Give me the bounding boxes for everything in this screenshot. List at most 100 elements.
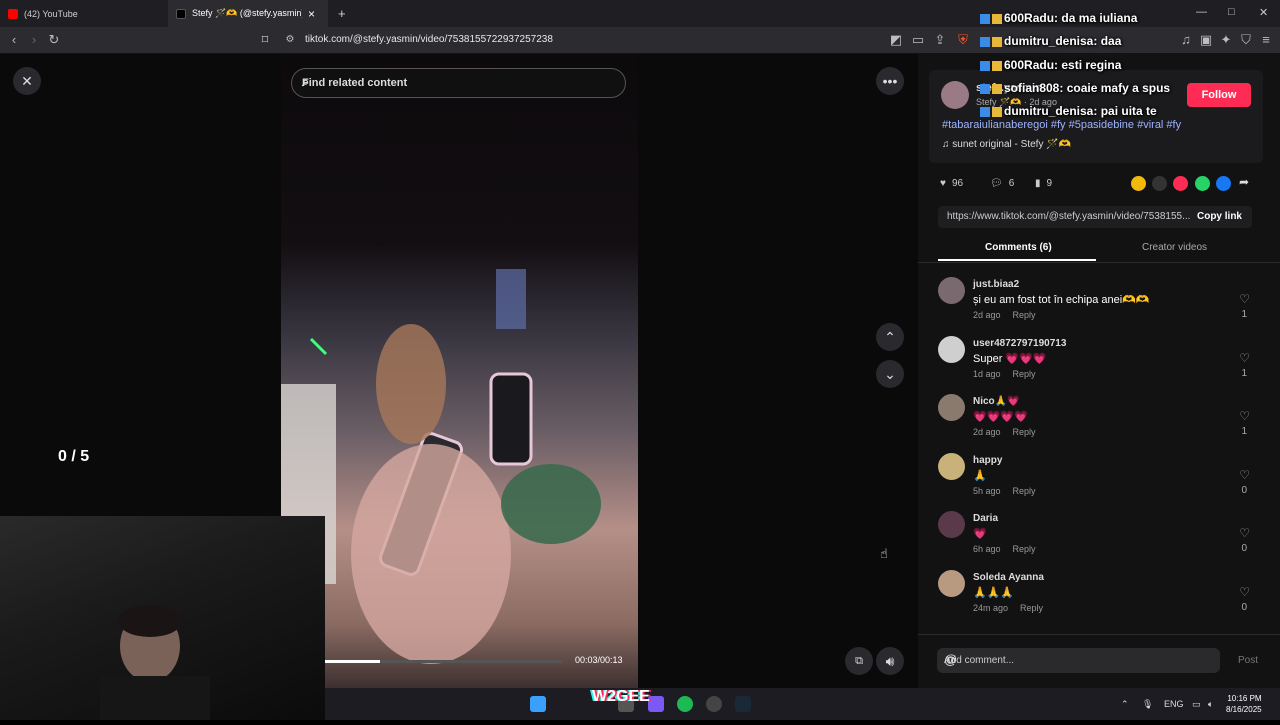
search-icon[interactable]: ⌕ (302, 74, 615, 90)
maximize-icon[interactable]: □ (1228, 6, 1235, 18)
music-icon[interactable]: ♫ (1178, 32, 1194, 48)
commenter-avatar[interactable] (938, 394, 965, 422)
system-clock[interactable]: 10:16 PM 8/16/2025 (1226, 693, 1262, 715)
reply-button[interactable]: Reply (1013, 427, 1036, 437)
bookmark-icon[interactable]: ⌑ (257, 32, 273, 48)
comment-time: 24m ago (973, 603, 1009, 613)
chat-user[interactable]: 600Radu (1004, 58, 1054, 72)
tab-creator-videos[interactable]: Creator videos (1142, 242, 1207, 253)
tab-tiktok[interactable]: Stefy 🪄🫶 (@stefy.yasmin) | × (168, 0, 328, 27)
url-field[interactable]: tiktok.com/@stefy.yasmin/video/753815572… (305, 34, 553, 45)
comment-like-icon[interactable]: ♡ (1239, 292, 1250, 306)
chat-text: esti regina (1061, 58, 1122, 72)
more-share-icon[interactable]: ➦ (1239, 175, 1249, 189)
tab-label: (42) YouTube (24, 8, 78, 19)
mic-icon[interactable]: 🎙︎ (1142, 699, 1153, 710)
reply-button[interactable]: Reply (1013, 486, 1036, 496)
commenter-name[interactable]: Daria (973, 513, 998, 524)
chat-user[interactable]: dumitru_denisa (1004, 34, 1093, 48)
video-link[interactable]: https://www.tiktok.com/@stefy.yasmin/vid… (947, 211, 1192, 222)
emoji-icon[interactable]: ☺ (944, 652, 1208, 667)
send-icon[interactable] (1173, 176, 1188, 191)
pip-icon[interactable]: ⧉ (845, 647, 873, 675)
back-icon[interactable]: ‹ (6, 32, 22, 48)
tab-youtube[interactable]: (42) YouTube (0, 0, 168, 27)
extension-icon[interactable]: ◩ (888, 32, 904, 48)
reply-button[interactable]: Reply (1013, 310, 1036, 320)
author-avatar[interactable] (941, 81, 969, 109)
windows-start-icon[interactable] (530, 696, 546, 712)
wallet-icon[interactable]: ▣ (1198, 32, 1214, 48)
app-icon[interactable] (648, 696, 664, 712)
volume-icon[interactable]: 🔊︎ (876, 647, 904, 675)
leo-icon[interactable]: ✦ (1218, 32, 1234, 48)
chat-text: da ma iuliana (1061, 11, 1138, 25)
comment-like-icon[interactable]: ♡ (1239, 585, 1250, 599)
save-button[interactable]: ▮ 9 (1035, 178, 1052, 189)
new-tab-button[interactable]: + (330, 0, 354, 27)
share-icon[interactable]: ⇪ (932, 32, 948, 48)
comment-button[interactable]: 💬︎ 6 (990, 178, 1014, 189)
comment-like-icon[interactable]: ♡ (1239, 409, 1250, 423)
close-tab-icon[interactable]: × (308, 7, 315, 21)
comment-like-count: 0 (1241, 484, 1247, 496)
repost-icon[interactable] (1131, 176, 1146, 191)
vpn-icon[interactable]: ⛉ (1238, 32, 1254, 48)
commenter-name[interactable]: happy (973, 455, 1002, 466)
sound-link[interactable]: ♫ sunet original - Stefy 🪄🫶 (942, 139, 1071, 150)
commenter-avatar[interactable] (938, 452, 965, 480)
commenter-avatar[interactable] (938, 335, 965, 363)
embed-icon[interactable] (1152, 176, 1167, 191)
steam-icon[interactable] (735, 696, 751, 712)
tray-chevron-icon[interactable]: ⌃ (1121, 699, 1129, 710)
forward-icon[interactable]: › (26, 32, 42, 48)
reload-icon[interactable]: ↻ (46, 32, 62, 48)
chat-user[interactable]: dumitru_denisa (1004, 104, 1093, 118)
commenter-avatar[interactable] (938, 570, 965, 597)
commenter-name[interactable]: just.biaa2 (973, 279, 1019, 290)
spotify-icon[interactable] (677, 696, 693, 712)
minimize-icon[interactable]: — (1196, 6, 1207, 18)
whatsapp-icon[interactable] (1195, 176, 1210, 191)
reply-button[interactable]: Reply (1013, 544, 1036, 554)
reply-button[interactable]: Reply (1013, 369, 1036, 379)
comment-like-icon[interactable]: ♡ (1239, 526, 1250, 540)
comment-input[interactable]: Add comment... @ ☺ (937, 648, 1220, 673)
search-input[interactable]: Find related content ⌕ (291, 68, 626, 98)
comment-like-icon[interactable]: ♡ (1239, 351, 1250, 365)
commenter-avatar[interactable] (938, 511, 965, 539)
language-indicator[interactable]: ENG (1164, 699, 1184, 709)
tab-comments[interactable]: Comments (6) (985, 242, 1052, 253)
more-options-icon[interactable]: ••• (876, 67, 904, 95)
heart-icon: ♥ (940, 178, 946, 189)
commenter-name[interactable]: user4872797190713 (973, 338, 1066, 349)
chat-user[interactable]: sofian808 (1004, 81, 1059, 95)
window-close-icon[interactable]: ✕ (1259, 6, 1268, 19)
video-player[interactable] (281, 54, 638, 688)
previous-video-icon[interactable]: ⌃ (876, 323, 904, 351)
progress-bar[interactable] (325, 660, 562, 663)
brave-shield-icon[interactable]: ⛨ (955, 32, 971, 48)
network-icon[interactable]: ▭ (1192, 699, 1201, 710)
obs-icon[interactable] (706, 696, 722, 712)
commenter-name[interactable]: Nico🙏💗 (973, 396, 1020, 407)
comment-like-icon[interactable]: ♡ (1239, 468, 1250, 482)
chat-user[interactable]: 600Radu (1004, 11, 1054, 25)
next-video-icon[interactable]: ⌄ (876, 360, 904, 388)
reply-button[interactable]: Reply (1020, 603, 1043, 613)
cast-icon[interactable]: ▭ (910, 32, 926, 48)
like-button[interactable]: ♥ 96 (940, 178, 963, 189)
post-comment-button[interactable]: Post (1238, 655, 1258, 666)
speaker-icon[interactable]: 🔈︎ (1208, 699, 1213, 710)
commenter-name[interactable]: Soleda Ayanna (973, 572, 1044, 583)
commenter-avatar[interactable] (938, 277, 965, 304)
follow-button[interactable]: Follow (1187, 83, 1251, 107)
copy-link-button[interactable]: Copy link (1197, 211, 1242, 222)
hashtags[interactable]: #tabaraiulianaberegoi #fy #5pasidebine #… (942, 119, 1181, 131)
site-info-icon[interactable]: ⚙ (282, 32, 298, 48)
facebook-icon[interactable] (1216, 176, 1231, 191)
close-video-icon[interactable]: ✕ (13, 67, 41, 95)
comment-meta: 2d ago Reply (973, 310, 1036, 320)
chat-badge-icon (992, 60, 1002, 71)
menu-icon[interactable]: ≡ (1258, 32, 1274, 48)
